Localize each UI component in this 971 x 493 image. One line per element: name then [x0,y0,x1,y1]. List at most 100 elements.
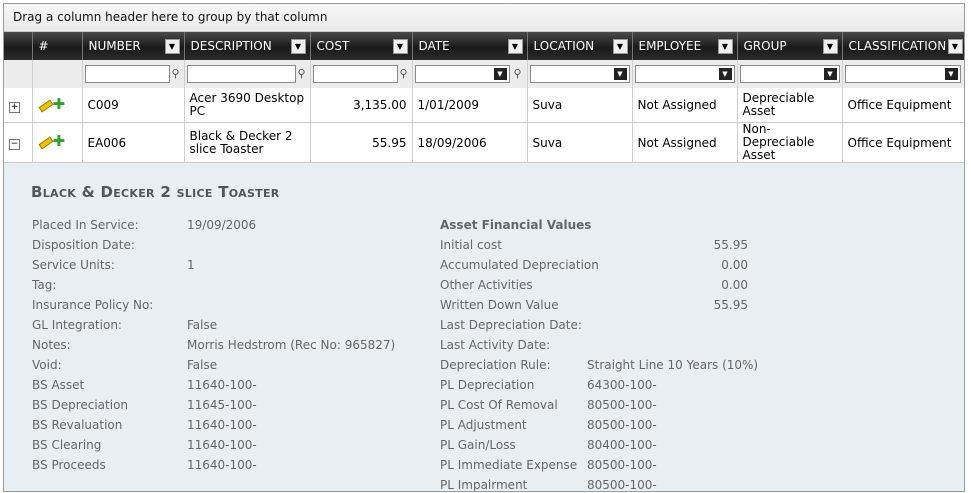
asset-detail-panel: Black & Decker 2 slice Toaster Placed In… [4,163,964,492]
detail-value: 80400-100- [587,438,657,452]
cell-date: 18/09/2006 [412,122,528,163]
filter-row: ⚲ ⚲ ⚲ ▼ ⚲ ▼ ▼ ▼ ▼ [4,60,964,88]
detail-value: 11640-100- [187,418,257,432]
detail-label: Last Depreciation Date: [440,318,582,332]
col-header-index[interactable]: # [32,32,83,60]
cell-employee: Not Assigned [632,88,738,123]
column-menu-icon[interactable]: ▼ [164,39,180,54]
col-header-label: COST [316,39,350,53]
edit-icon[interactable] [38,98,52,110]
chevron-down-icon[interactable]: ▼ [718,68,732,80]
col-header-cost[interactable]: COST ▼ [310,32,413,60]
detail-label: BS Clearing [32,438,102,452]
detail-label: Insurance Policy No: [32,298,154,312]
column-menu-icon[interactable]: ▼ [717,39,733,54]
number-filter-input[interactable] [84,65,170,83]
group-filter-select[interactable]: ▼ [739,65,840,83]
financial-value: 0.00 [721,278,748,292]
column-menu-icon[interactable]: ▼ [822,39,838,54]
detail-value: Straight Line 10 Years (10%) [587,358,759,372]
col-header-employee[interactable]: EMPLOYEE ▼ [632,32,738,60]
detail-value: 11640-100- [187,438,257,452]
detail-label: Depreciation Rule: [440,358,551,372]
detail-label: PL Cost Of Removal [440,398,558,412]
add-icon[interactable]: ✚ [53,134,66,149]
detail-label: Disposition Date: [32,238,135,252]
detail-value: 80500-100- [587,458,657,472]
collapse-row-icon[interactable]: − [9,139,20,150]
detail-label: Service Units: [32,258,115,272]
col-header-label: GROUP [743,39,787,53]
col-header-label: DESCRIPTION [190,39,272,53]
date-filter-input[interactable]: ▼ [414,65,510,83]
detail-value: 11645-100- [187,398,257,412]
actions-cell: ✚ [32,122,83,163]
cell-description: Black & Decker 2 slice Toaster [184,122,311,163]
financial-value: 0.00 [721,258,748,272]
classification-filter-select[interactable]: ▼ [844,65,961,83]
filter-cell-number: ⚲ [82,60,185,88]
filter-icon[interactable]: ⚲ [514,68,522,80]
group-by-panel[interactable]: Drag a column header here to group by th… [4,4,964,32]
table-row[interactable]: + ✚ C009 Acer 3690 Desktop PC 3,135.00 1… [4,88,964,123]
employee-filter-select[interactable]: ▼ [634,65,735,83]
chevron-down-icon[interactable]: ▼ [823,68,837,80]
filter-cell-classification: ▼ [842,60,964,88]
filter-cell-cost: ⚲ [310,60,413,88]
detail-label: Void: [32,358,62,372]
cell-group: Depreciable Asset [737,88,843,123]
cell-description: Acer 3690 Desktop PC [184,88,311,123]
detail-label: BS Asset [32,378,85,392]
cell-date: 1/01/2009 [412,88,528,123]
col-header-classification[interactable]: CLASSIFICATION ▼ [842,32,964,60]
column-menu-icon[interactable]: ▼ [612,39,628,54]
col-header-number[interactable]: NUMBER ▼ [82,32,185,60]
col-header-date[interactable]: DATE ▼ [412,32,528,60]
cell-location: Suva [527,122,633,163]
filter-icon[interactable]: ⚲ [172,68,180,80]
col-header-group[interactable]: GROUP ▼ [737,32,843,60]
detail-label: Tag: [32,278,57,292]
col-header-label: DATE [418,39,450,53]
add-icon[interactable]: ✚ [53,96,66,111]
detail-value: Morris Hedstrom (Rec No: 965827) [187,338,396,352]
chevron-down-icon[interactable]: ▼ [613,68,627,80]
detail-label: GL Integration: [32,318,122,332]
detail-value: False [187,318,218,332]
detail-value: 19/09/2006 [187,218,257,232]
detail-label: PL Gain/Loss [440,438,516,452]
filter-cell-empty [32,60,83,88]
description-filter-input[interactable] [186,65,296,83]
edit-icon[interactable] [38,135,52,147]
expand-row-icon[interactable]: + [9,101,20,113]
detail-value: 64300-100- [587,378,657,392]
cell-number: EA006 [82,122,185,163]
financial-label: Accumulated Depreciation [440,258,599,272]
col-header-location[interactable]: LOCATION ▼ [527,32,633,60]
filter-cell-location: ▼ [527,60,633,88]
detail-label: Placed In Service: [32,218,139,232]
column-menu-icon[interactable]: ▼ [947,39,963,54]
expand-cell: − [4,122,33,163]
filter-cell-group: ▼ [737,60,843,88]
location-filter-select[interactable]: ▼ [529,65,630,83]
asset-table: # NUMBER ▼ DESCRIPTION ▼ COST ▼ DATE ▼ LOCAT… [4,32,964,163]
col-header-label: # [38,39,49,53]
chevron-down-icon[interactable]: ▼ [944,68,958,80]
cost-filter-input[interactable] [312,65,398,83]
col-header-label: CLASSIFICATION [848,39,947,53]
filter-icon[interactable]: ⚲ [298,68,306,80]
expand-cell: + [4,88,33,123]
filter-icon[interactable]: ⚲ [400,68,408,80]
table-row[interactable]: − ✚ EA006 Black & Decker 2 slice Toaster… [4,122,964,163]
detail-label: Notes: [32,338,71,352]
col-header-description[interactable]: DESCRIPTION ▼ [184,32,311,60]
column-menu-icon[interactable]: ▼ [507,39,523,54]
detail-label: PL Impairment [440,478,528,492]
detail-value: 11640-100- [187,378,257,392]
column-menu-icon[interactable]: ▼ [290,39,306,54]
column-menu-icon[interactable]: ▼ [392,39,408,54]
detail-value: 80500-100- [587,418,657,432]
cell-employee: Not Assigned [632,122,738,163]
calendar-dropdown-icon[interactable]: ▼ [493,68,507,80]
